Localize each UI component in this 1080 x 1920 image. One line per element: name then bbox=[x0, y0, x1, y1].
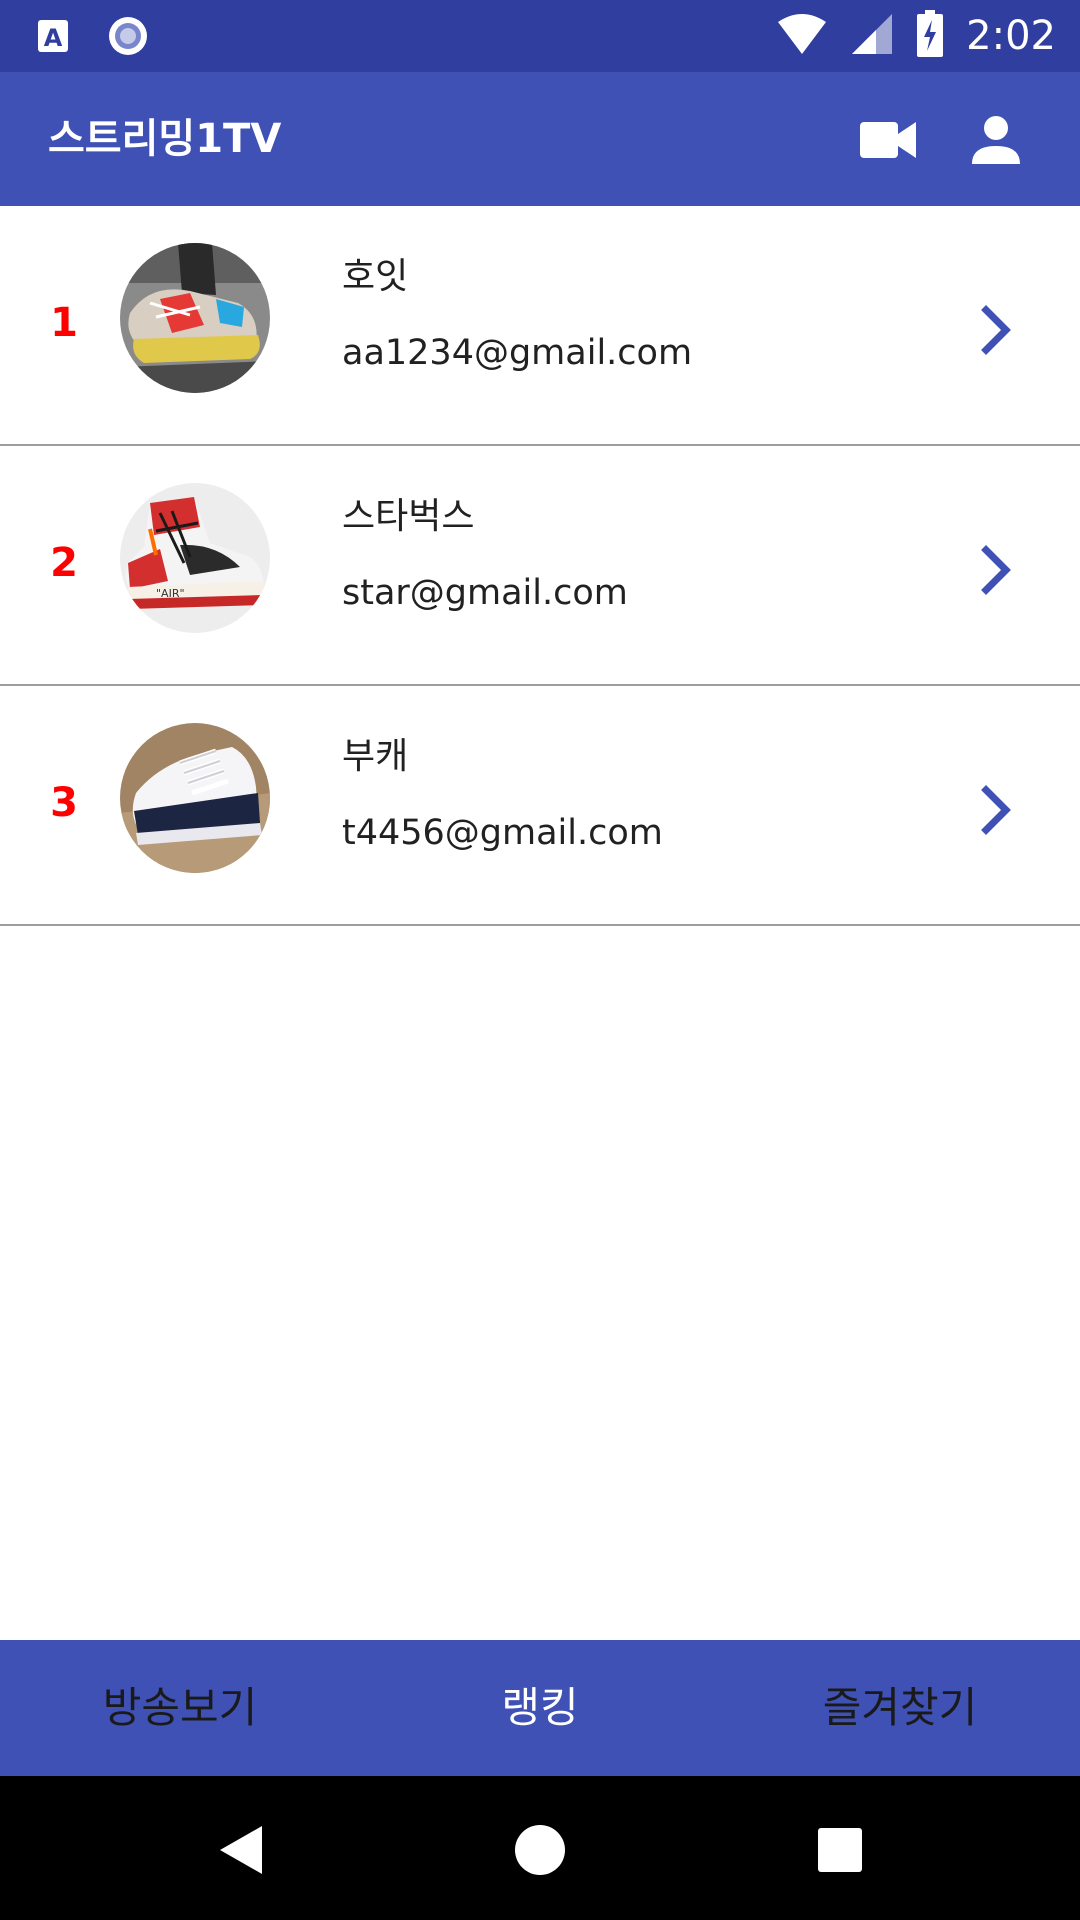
ranking-list: 1 호잇 aa1234@gmail.com 2 "AIR" 스타벅스 star@… bbox=[0, 206, 1080, 926]
bottom-nav: 방송보기 랭킹 즐겨찾기 bbox=[0, 1640, 1080, 1776]
back-icon[interactable] bbox=[210, 1820, 270, 1880]
tab-ranking[interactable]: 랭킹 bbox=[360, 1640, 720, 1776]
wifi-icon bbox=[776, 12, 828, 60]
video-camera-icon[interactable] bbox=[852, 104, 924, 176]
app-title: 스트리밍1TV bbox=[48, 116, 282, 162]
svg-text:A: A bbox=[44, 24, 63, 52]
chevron-right-icon[interactable] bbox=[976, 542, 1016, 598]
avatar bbox=[120, 723, 270, 873]
streamer-email: aa1234@gmail.com bbox=[342, 333, 693, 373]
avatar: "AIR" bbox=[120, 483, 270, 633]
ranking-row[interactable]: 1 호잇 aa1234@gmail.com bbox=[0, 206, 1080, 446]
cell-signal-icon bbox=[850, 12, 894, 60]
app-a-icon: A bbox=[36, 16, 70, 60]
circle-app-icon bbox=[106, 14, 150, 62]
rank-number: 1 bbox=[50, 300, 78, 346]
streamer-name: 호잇 bbox=[342, 256, 409, 297]
status-bar: A 2:02 bbox=[0, 0, 1080, 72]
rank-number: 2 bbox=[50, 540, 78, 586]
home-icon[interactable] bbox=[510, 1820, 570, 1880]
chevron-right-icon[interactable] bbox=[976, 782, 1016, 838]
chevron-right-icon[interactable] bbox=[976, 302, 1016, 358]
system-nav-bar bbox=[0, 1776, 1080, 1920]
recents-icon[interactable] bbox=[810, 1820, 870, 1880]
ranking-row[interactable]: 3 부캐 t4456@gmail.com bbox=[0, 686, 1080, 926]
avatar bbox=[120, 243, 270, 393]
streamer-name: 스타벅스 bbox=[342, 496, 475, 537]
tab-broadcast[interactable]: 방송보기 bbox=[0, 1640, 360, 1776]
account-icon[interactable] bbox=[960, 104, 1032, 176]
rank-number: 3 bbox=[50, 780, 78, 826]
app-bar: 스트리밍1TV bbox=[0, 72, 1080, 206]
svg-text:"AIR": "AIR" bbox=[156, 587, 185, 600]
streamer-email: star@gmail.com bbox=[342, 573, 628, 613]
streamer-name: 부캐 bbox=[342, 736, 409, 777]
battery-charging-icon bbox=[916, 10, 944, 62]
streamer-email: t4456@gmail.com bbox=[342, 813, 663, 853]
tab-favorites[interactable]: 즐겨찾기 bbox=[720, 1640, 1080, 1776]
status-time: 2:02 bbox=[966, 13, 1056, 59]
ranking-row[interactable]: 2 "AIR" 스타벅스 star@gmail.com bbox=[0, 446, 1080, 686]
